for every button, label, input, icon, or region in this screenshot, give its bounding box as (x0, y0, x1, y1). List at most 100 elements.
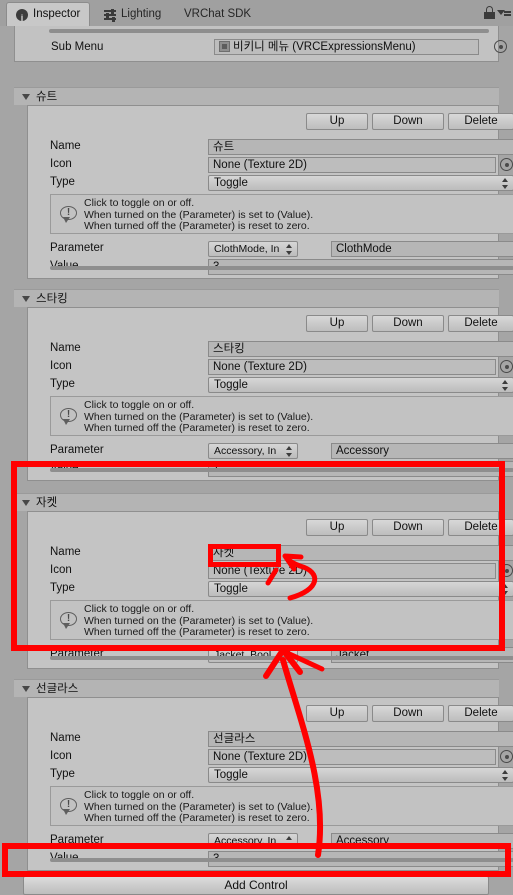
group-scroll-indicator[interactable] (50, 266, 513, 270)
control-foldout-label: 슈트 (36, 91, 58, 103)
parameter-name-input[interactable]: Jacket (331, 647, 513, 663)
icon-object-field[interactable]: None (Texture 2D) (208, 359, 496, 375)
parameter-label: Parameter (50, 648, 104, 660)
help-box-text: Click to toggle on or off. When turned o… (84, 399, 314, 435)
type-label: Type (50, 378, 75, 390)
group-scroll-indicator[interactable] (50, 656, 513, 660)
parameter-label: Parameter (50, 444, 104, 456)
name-input[interactable]: 선글라스 (208, 731, 513, 747)
name-input[interactable]: 자켓 (208, 545, 513, 561)
help-box: ! Click to toggle on or off. When turned … (50, 194, 513, 234)
sub-menu-object-field[interactable]: 비키니 메뉴 (VRCExpressionsMenu) (214, 39, 479, 55)
tab-vrchat-sdk-label: VRChat SDK (184, 7, 252, 20)
group-scroll-indicator[interactable] (50, 468, 513, 472)
lock-icon[interactable] (484, 6, 495, 19)
parameter-dropdown[interactable]: Accessory, In (208, 833, 298, 849)
type-dropdown[interactable]: Toggle (208, 767, 513, 783)
delete-button[interactable]: Delete (448, 705, 513, 722)
type-dropdown[interactable]: Toggle (208, 377, 513, 393)
object-picker-icon[interactable] (500, 360, 513, 373)
help-box: ! Click to toggle on or off. When turned … (50, 600, 513, 640)
name-label: Name (50, 342, 81, 354)
tab-lighting-label: Lighting (121, 7, 162, 20)
tab-vrchat-sdk[interactable]: VRChat SDK (175, 2, 260, 26)
lighting-sliders-icon (104, 8, 116, 22)
chevron-down-icon (22, 500, 30, 506)
up-button[interactable]: Up (306, 519, 368, 536)
delete-button[interactable]: Delete (448, 519, 513, 536)
chevron-down-icon (22, 686, 30, 692)
add-control-button[interactable]: Add Control (23, 876, 489, 895)
control-foldout-label: 선글라스 (36, 683, 79, 695)
control-foldout-label: 자켓 (36, 497, 58, 509)
control-group-2: Up Down Delete Name 스타킹 Icon None (Texture 2D)… (27, 307, 513, 481)
up-button[interactable]: Up (306, 315, 368, 332)
panel-scroll-indicator[interactable] (49, 29, 489, 33)
updown-arrows-icon (502, 584, 509, 595)
down-button[interactable]: Down (372, 315, 444, 332)
help-box-text: Click to toggle on or off. When turned o… (84, 789, 314, 825)
object-picker-icon[interactable] (500, 158, 513, 171)
parameter-name-input[interactable]: ClothMode (331, 241, 513, 257)
icon-object-field[interactable]: None (Texture 2D) (208, 157, 496, 173)
up-button[interactable]: Up (306, 705, 368, 722)
tab-inspector[interactable]: Inspector (6, 2, 91, 30)
info-bubble-icon: ! (60, 798, 77, 815)
up-button[interactable]: Up (306, 113, 368, 130)
object-picker-icon[interactable] (500, 564, 513, 577)
control-foldout-3[interactable]: 자켓 (14, 493, 499, 511)
control-foldout-1[interactable]: 슈트 (14, 87, 499, 105)
updown-arrows-icon (286, 836, 293, 847)
asset-thumbnail-icon (219, 41, 230, 52)
delete-button[interactable]: Delete (448, 315, 513, 332)
name-input[interactable]: 슈트 (208, 139, 513, 155)
parameter-dropdown[interactable]: Accessory, In (208, 443, 298, 459)
overflow-menu-icon[interactable] (497, 8, 511, 18)
control-group-4: Up Down Delete Name 선글라스 Icon None (Texture 2D… (27, 697, 513, 871)
info-icon (16, 7, 28, 30)
control-foldout-4[interactable]: 선글라스 (14, 679, 499, 697)
parameter-name-input[interactable]: Accessory (331, 443, 513, 459)
chevron-down-icon (22, 296, 30, 302)
icon-label: Icon (50, 750, 72, 762)
control-foldout-label: 스타킹 (36, 293, 68, 305)
name-label: Name (50, 732, 81, 744)
parameter-label: Parameter (50, 242, 104, 254)
down-button[interactable]: Down (372, 705, 444, 722)
updown-arrows-icon (502, 380, 509, 391)
parameter-label: Parameter (50, 834, 104, 846)
help-box: ! Click to toggle on or off. When turned … (50, 396, 513, 436)
lock-body (484, 12, 495, 19)
updown-arrows-icon (502, 770, 509, 781)
parameter-name-input[interactable]: Accessory (331, 833, 513, 849)
info-bubble-icon: ! (60, 206, 77, 223)
icon-object-field[interactable]: None (Texture 2D) (208, 749, 496, 765)
name-input[interactable]: 스타킹 (208, 341, 513, 357)
control-foldout-2[interactable]: 스타킹 (14, 289, 499, 307)
name-label: Name (50, 546, 81, 558)
updown-arrows-icon (502, 178, 509, 189)
tab-lighting[interactable]: Lighting (95, 2, 170, 26)
type-label: Type (50, 582, 75, 594)
panel-left-gutter (0, 26, 14, 881)
updown-arrows-icon (286, 446, 293, 457)
icon-object-field[interactable]: None (Texture 2D) (208, 563, 496, 579)
object-picker-icon[interactable] (500, 750, 513, 763)
inspector-panel: Sub Menu 비키니 메뉴 (VRCExpressionsMenu) 슈트 U… (0, 26, 513, 895)
help-box: ! Click to toggle on or off. When turned … (50, 786, 513, 826)
help-box-text: Click to toggle on or off. When turned o… (84, 197, 314, 233)
delete-button[interactable]: Delete (448, 113, 513, 130)
type-dropdown[interactable]: Toggle (208, 581, 513, 597)
type-label: Type (50, 176, 75, 188)
down-button[interactable]: Down (372, 519, 444, 536)
type-dropdown[interactable]: Toggle (208, 175, 513, 191)
sub-menu-block: Sub Menu 비키니 메뉴 (VRCExpressionsMenu) (14, 26, 507, 62)
name-label: Name (50, 140, 81, 152)
group-scroll-indicator[interactable] (50, 858, 513, 862)
sub-menu-label: Sub Menu (51, 41, 104, 53)
parameter-dropdown[interactable]: ClothMode, In (208, 241, 298, 257)
object-picker-icon[interactable] (494, 40, 507, 53)
parameter-dropdown[interactable]: Jacket, Bool (208, 647, 298, 663)
down-button[interactable]: Down (372, 113, 444, 130)
info-bubble-icon: ! (60, 612, 77, 629)
